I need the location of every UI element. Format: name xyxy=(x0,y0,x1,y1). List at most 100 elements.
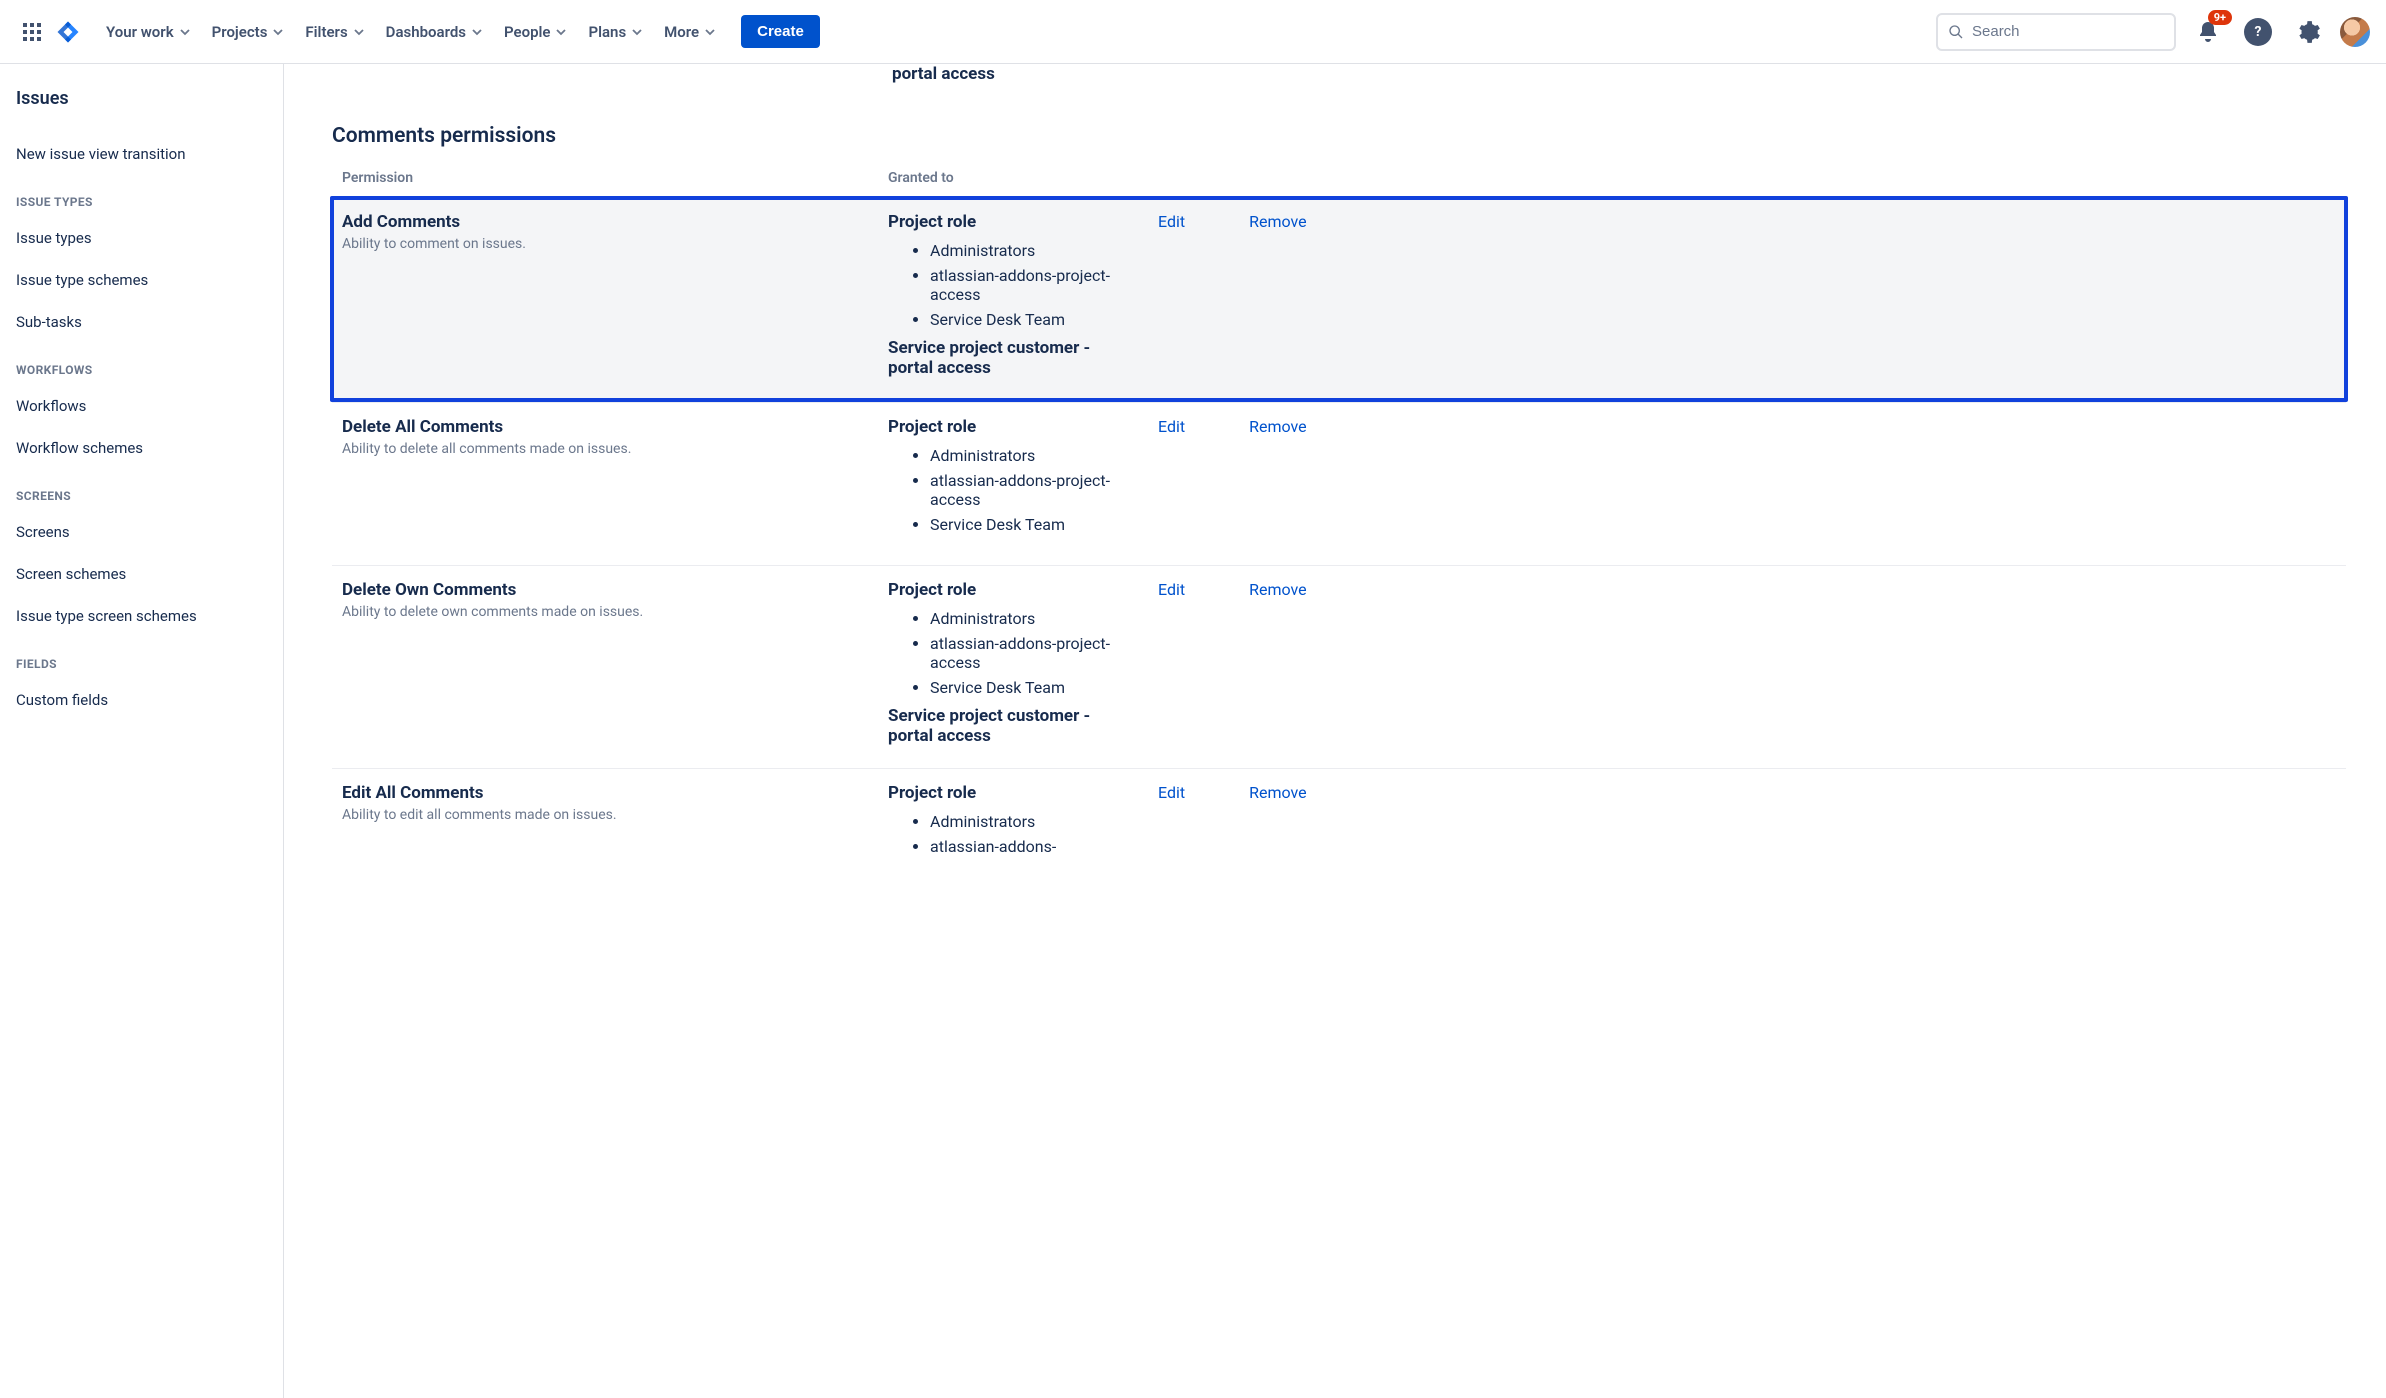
grant-project-role: Project role xyxy=(888,783,1138,803)
col-header-granted: Granted to xyxy=(888,170,1138,186)
grant-role-item: atlassian-addons-project-access xyxy=(930,263,1138,307)
edit-link[interactable]: Edit xyxy=(1158,417,1185,436)
sidebar-item-screen-schemes[interactable]: Screen schemes xyxy=(0,553,283,595)
chevron-down-icon xyxy=(632,23,642,41)
nav-item-filters[interactable]: Filters xyxy=(295,17,373,47)
permission-row: Delete All Comments Ability to delete all… xyxy=(332,402,2346,565)
help-icon: ? xyxy=(2244,18,2272,46)
sidebar-item-workflows[interactable]: Workflows xyxy=(0,385,283,427)
grant-role-item: Service Desk Team xyxy=(930,307,1138,332)
search-box[interactable] xyxy=(1936,13,2176,51)
search-icon xyxy=(1948,23,1964,41)
sidebar-group-screens: SCREENS xyxy=(0,469,283,511)
sidebar-group-fields: FIELDS xyxy=(0,637,283,679)
grant-extra: Service project customer - portal access xyxy=(888,706,1138,746)
sidebar: Issues New issue view transition ISSUE T… xyxy=(0,64,284,1398)
sidebar-item-issue-type-schemes[interactable]: Issue type schemes xyxy=(0,259,283,301)
grant-role-item: Administrators xyxy=(930,606,1138,631)
grant-role-list: Administratorsatlassian-addons-project-a… xyxy=(888,606,1138,700)
remove-link[interactable]: Remove xyxy=(1249,212,1307,231)
grant-project-role: Project role xyxy=(888,212,1138,232)
main-content: portal access Comments permissions Permi… xyxy=(284,64,2386,1398)
permission-name: Delete Own Comments xyxy=(342,580,888,600)
remove-link[interactable]: Remove xyxy=(1249,783,1307,802)
edit-link[interactable]: Edit xyxy=(1158,783,1185,802)
chevron-down-icon xyxy=(556,23,566,41)
remove-link[interactable]: Remove xyxy=(1249,580,1307,599)
nav-item-more[interactable]: More xyxy=(654,17,725,47)
grant-role-list: Administratorsatlassian-addons-project-a… xyxy=(888,238,1138,332)
sidebar-item-new-issue-view[interactable]: New issue view transition xyxy=(0,133,283,175)
nav-item-label: People xyxy=(504,23,551,41)
grant-project-role: Project role xyxy=(888,417,1138,437)
nav-item-dashboards[interactable]: Dashboards xyxy=(376,17,492,47)
grant-project-role: Project role xyxy=(888,580,1138,600)
nav-item-projects[interactable]: Projects xyxy=(202,17,294,47)
cutoff-text: portal access xyxy=(892,64,2346,84)
col-header-permission: Permission xyxy=(342,170,888,186)
chevron-down-icon xyxy=(180,23,190,41)
create-button[interactable]: Create xyxy=(741,15,820,48)
search-input[interactable] xyxy=(1972,23,2164,40)
grant-role-list: Administratorsatlassian-addons-project-a… xyxy=(888,443,1138,537)
notification-badge: 9+ xyxy=(2208,10,2232,25)
edit-link[interactable]: Edit xyxy=(1158,212,1185,231)
sidebar-group-workflows: WORKFLOWS xyxy=(0,343,283,385)
grant-role-item: Service Desk Team xyxy=(930,512,1138,537)
grant-role-item: Administrators xyxy=(930,443,1138,468)
grant-role-item: atlassian-addons-project-access xyxy=(930,631,1138,675)
permission-desc: Ability to delete own comments made on i… xyxy=(342,604,888,620)
nav-item-your-work[interactable]: Your work xyxy=(96,17,200,47)
sidebar-item-screens[interactable]: Screens xyxy=(0,511,283,553)
permission-name: Delete All Comments xyxy=(342,417,888,437)
permission-row: Add Comments Ability to comment on issues… xyxy=(330,196,2348,402)
permission-name: Edit All Comments xyxy=(342,783,888,803)
nav-item-label: Filters xyxy=(305,23,347,41)
permission-desc: Ability to delete all comments made on i… xyxy=(342,441,888,457)
grant-extra: Service project customer - portal access xyxy=(888,338,1138,378)
nav-item-label: Your work xyxy=(106,23,174,41)
permission-row: Delete Own Comments Ability to delete own… xyxy=(332,565,2346,768)
sidebar-item-issue-types[interactable]: Issue types xyxy=(0,217,283,259)
permission-desc: Ability to comment on issues. xyxy=(342,236,888,252)
app-switcher-icon[interactable] xyxy=(16,16,48,48)
sidebar-item-sub-tasks[interactable]: Sub-tasks xyxy=(0,301,283,343)
sidebar-title: Issues xyxy=(0,88,283,133)
edit-link[interactable]: Edit xyxy=(1158,580,1185,599)
permission-row: Edit All Comments Ability to edit all com… xyxy=(332,768,2346,887)
grant-role-item: atlassian-addons-project-access xyxy=(930,468,1138,512)
nav-item-label: More xyxy=(664,23,699,41)
grant-role-item: Administrators xyxy=(930,238,1138,263)
gear-icon xyxy=(2295,19,2321,45)
chevron-down-icon xyxy=(354,23,364,41)
section-title: Comments permissions xyxy=(332,124,2346,148)
nav-item-label: Projects xyxy=(212,23,268,41)
help-button[interactable]: ? xyxy=(2240,14,2276,50)
sidebar-item-workflow-schemes[interactable]: Workflow schemes xyxy=(0,427,283,469)
permission-name: Add Comments xyxy=(342,212,888,232)
settings-button[interactable] xyxy=(2290,14,2326,50)
chevron-down-icon xyxy=(472,23,482,41)
nav-item-people[interactable]: People xyxy=(494,17,577,47)
nav-item-label: Dashboards xyxy=(386,23,466,41)
permissions-table: Permission Granted to Add Comments Abilit… xyxy=(332,160,2346,887)
sidebar-item-custom-fields[interactable]: Custom fields xyxy=(0,679,283,721)
notifications-button[interactable]: 9+ xyxy=(2190,14,2226,50)
grant-role-item: atlassian-addons- xyxy=(930,834,1138,859)
nav-items: Your work Projects Filters Dashboards People… xyxy=(96,17,725,47)
top-nav: Your work Projects Filters Dashboards People… xyxy=(0,0,2386,64)
nav-item-plans[interactable]: Plans xyxy=(578,17,652,47)
grant-role-item: Administrators xyxy=(930,809,1138,834)
table-header: Permission Granted to xyxy=(332,160,2346,196)
avatar[interactable] xyxy=(2340,17,2370,47)
sidebar-group-issue-types: ISSUE TYPES xyxy=(0,175,283,217)
chevron-down-icon xyxy=(273,23,283,41)
remove-link[interactable]: Remove xyxy=(1249,417,1307,436)
jira-logo-icon[interactable] xyxy=(52,16,84,48)
grant-role-item: Service Desk Team xyxy=(930,675,1138,700)
chevron-down-icon xyxy=(705,23,715,41)
grant-role-list: Administratorsatlassian-addons- xyxy=(888,809,1138,859)
permission-desc: Ability to edit all comments made on iss… xyxy=(342,807,888,823)
sidebar-item-issue-type-screen-schemes[interactable]: Issue type screen schemes xyxy=(0,595,283,637)
nav-item-label: Plans xyxy=(588,23,626,41)
